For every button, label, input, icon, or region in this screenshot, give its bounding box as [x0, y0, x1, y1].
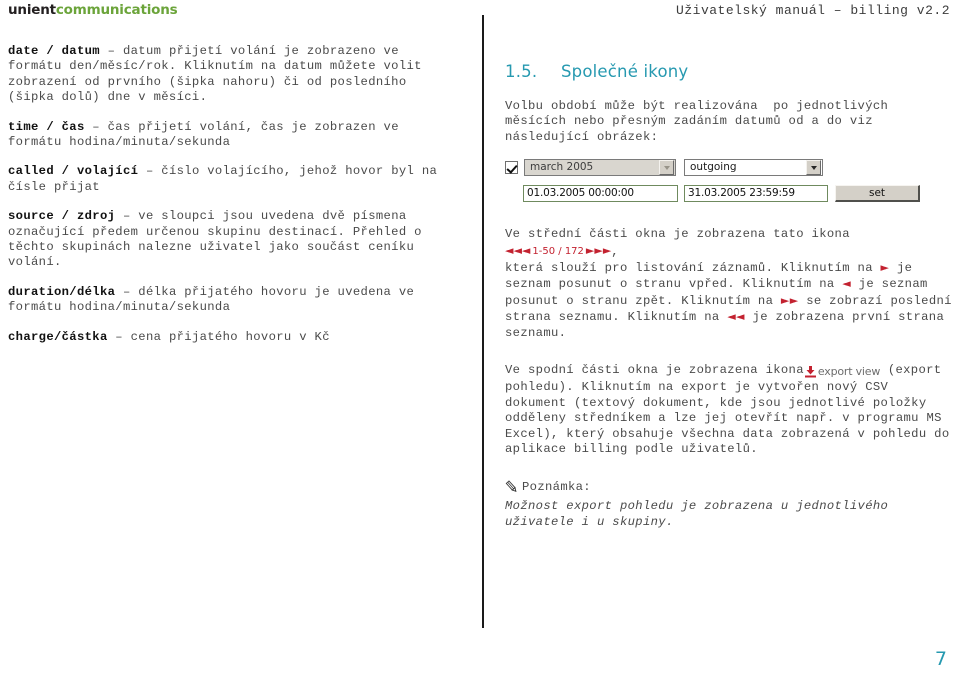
- chevron-down-icon[interactable]: [659, 160, 674, 176]
- download-arrow-icon: [804, 366, 816, 378]
- period-selector-screenshot: march 2005 outgoing 01.03.2005 00:00:00 …: [505, 159, 920, 209]
- term-source: source / zdroj: [8, 209, 116, 224]
- direction-select[interactable]: outgoing: [684, 159, 823, 177]
- date-from-input[interactable]: 01.03.2005 00:00:00: [523, 185, 678, 203]
- pencil-icon: [505, 480, 519, 497]
- set-button[interactable]: set: [835, 185, 920, 203]
- left-column: date / datum – datum přijetí volání je z…: [8, 44, 460, 359]
- export-view-label: export view: [817, 365, 881, 379]
- last-page-icon[interactable]: ►►: [781, 294, 799, 307]
- export-view-icon[interactable]: export view: [804, 364, 880, 380]
- date-to-input[interactable]: 31.03.2005 23:59:59: [684, 185, 828, 203]
- glossary-entry-charge: charge/částka – cena přijatého hovoru v …: [8, 330, 460, 345]
- term-charge: charge/částka: [8, 329, 108, 344]
- term-date: date / datum: [8, 44, 100, 58]
- month-select-value: march 2005: [530, 161, 594, 174]
- glossary-entry-source: source / zdroj – ve sloupci jsou uvedena…: [8, 209, 460, 271]
- note-heading: Poznámka:: [505, 480, 955, 497]
- widget-top-row: march 2005 outgoing: [505, 159, 823, 177]
- document-page: unientcommunications Uživatelský manuál …: [0, 0, 960, 678]
- term-time: time / čas: [8, 119, 85, 134]
- glossary-entry-called: called / volající – číslo volajícího, je…: [8, 164, 460, 195]
- last-page-icon[interactable]: ►►: [594, 244, 611, 257]
- first-page-icon[interactable]: ◄◄: [505, 244, 522, 257]
- month-select[interactable]: march 2005: [524, 159, 676, 177]
- glossary-entry-time: time / čas – čas přijetí volání, čas je …: [8, 120, 460, 151]
- note-block: Poznámka: Možnost export pohledu je zobr…: [505, 480, 955, 530]
- logo-text-unient: unient: [8, 2, 56, 18]
- manual-title: Uživatelský manuál – billing v2.2: [676, 3, 950, 18]
- column-divider: [482, 15, 484, 628]
- section-heading: 1.5. Společné ikony: [505, 62, 955, 81]
- right-column: 1.5. Společné ikony Volbu období může bý…: [505, 62, 955, 472]
- first-page-icon[interactable]: ◄◄: [727, 310, 745, 323]
- intro-paragraph: Volbu období může být realizována po jed…: [505, 99, 889, 144]
- prev-page-icon[interactable]: ◄: [842, 277, 851, 290]
- chevron-down-icon[interactable]: [806, 160, 821, 176]
- pager-paragraph-lead: Ve střední části okna je zobrazena tato …: [505, 227, 858, 242]
- term-called: called / volající: [8, 164, 139, 179]
- page-number: 7: [934, 648, 947, 670]
- note-text: Možnost export pohledu je zobrazena u je…: [505, 499, 889, 529]
- pager-text-1: která slouží pro listování záznamů. Klik…: [505, 261, 881, 276]
- direction-select-value: outgoing: [690, 161, 737, 174]
- period-checkbox[interactable]: [505, 161, 518, 175]
- glossary-entry-date: date / datum – datum přijetí volání je z…: [8, 44, 460, 106]
- section-title: Společné ikony: [561, 62, 689, 81]
- pagination-icon[interactable]: ◄◄◄ 1-50 / 172 ►►►: [505, 243, 611, 259]
- pager-paragraph: Ve střední části okna je zobrazena tato …: [505, 227, 955, 341]
- export-paragraph: Ve spodní části okna je zobrazena ikona e…: [505, 363, 955, 457]
- export-paragraph-lead: Ve spodní části okna je zobrazena ikona: [505, 363, 804, 378]
- company-logo: unientcommunications: [8, 2, 178, 18]
- logo-text-communications: communications: [55, 2, 178, 18]
- section-number: 1.5.: [505, 62, 538, 81]
- pagination-range-label: 1-50 / 172: [532, 245, 584, 257]
- glossary-entry-duration: duration/délka – délka přijatého hovoru …: [8, 285, 460, 316]
- term-duration: duration/délka: [8, 284, 116, 299]
- note-title: Poznámka:: [522, 480, 591, 494]
- pager-comma: ,: [611, 244, 619, 259]
- widget-bottom-row: 01.03.2005 00:00:00 31.03.2005 23:59:59 …: [523, 185, 920, 203]
- definition-charge: – cena přijatého hovoru v Kč: [107, 329, 330, 344]
